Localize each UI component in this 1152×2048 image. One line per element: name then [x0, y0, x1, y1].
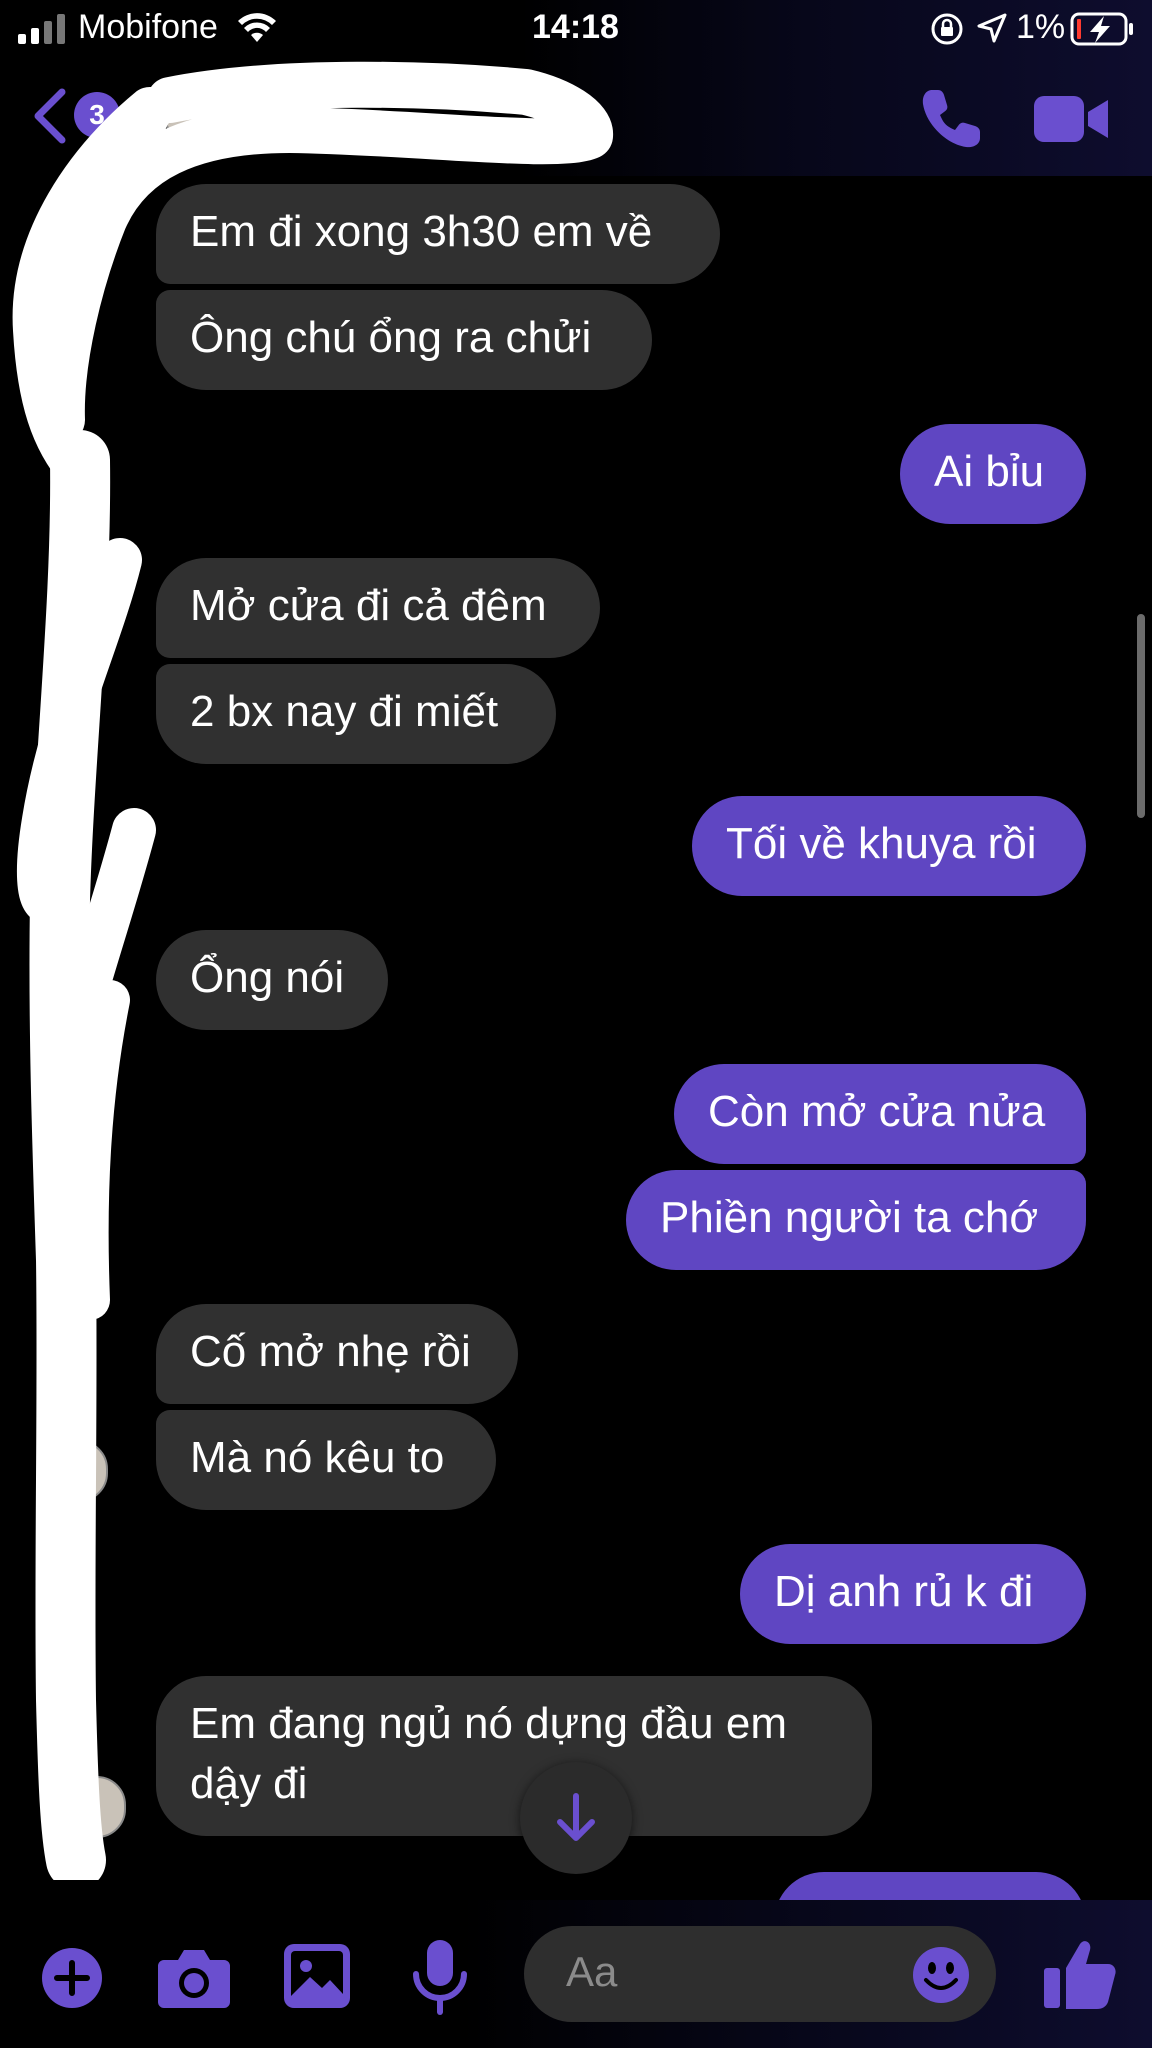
message-received[interactable]: 2 bx nay đi miết — [156, 664, 556, 764]
contact-avatar — [46, 1440, 108, 1502]
message-sent[interactable]: Phiền người ta chớ — [626, 1170, 1086, 1270]
rotation-lock-icon — [931, 13, 963, 45]
message-received[interactable]: Mà nó kêu to — [156, 1410, 496, 1510]
message-sent[interactable]: Dị anh rủ k đi — [740, 1544, 1086, 1644]
message-received[interactable]: Em đang ngủ nó dựng đầu em dậy đi — [156, 1676, 872, 1836]
battery-percentage: 1% — [1016, 8, 1066, 46]
message-text: Dị anh rủ k đi — [774, 1567, 1034, 1616]
scroll-to-bottom-button[interactable] — [520, 1762, 632, 1874]
message-text: Em đang ngủ nó dựng đầu em — [190, 1699, 787, 1748]
phone-icon[interactable] — [918, 86, 984, 152]
message-text: Ai bỉu — [934, 447, 1045, 496]
location-arrow-icon — [977, 13, 1007, 43]
cell-signal-icon — [18, 14, 65, 44]
arrow-down-icon — [557, 1793, 595, 1841]
message-input[interactable]: Aa — [524, 1926, 996, 2022]
message-text: Tối về khuya rồi — [726, 819, 1037, 868]
clock: 14:18 — [532, 8, 619, 46]
message-received[interactable]: Em đi xong 3h30 em về — [156, 184, 720, 284]
message-text: Em đi xong 3h30 em về — [190, 207, 653, 256]
message-text: Phiền người ta chớ — [660, 1193, 1039, 1242]
message-sent[interactable]: Tối về khuya rồi — [692, 796, 1086, 896]
contact-avatar — [64, 1776, 126, 1838]
message-text: Cố mở nhẹ rồi — [190, 1327, 471, 1376]
microphone-icon[interactable] — [410, 1940, 470, 2016]
message-text: Mở cửa đi cả đêm — [190, 581, 547, 630]
video-camera-icon[interactable] — [1034, 94, 1110, 144]
image-icon[interactable] — [284, 1944, 350, 2008]
message-text: Còn mở cửa nửa — [708, 1087, 1046, 1136]
camera-icon[interactable] — [158, 1946, 230, 2008]
wifi-icon — [238, 13, 276, 42]
message-sent[interactable]: Ai bỉu — [900, 424, 1086, 524]
contact-avatar — [160, 76, 222, 138]
battery-charging-icon — [1070, 12, 1133, 46]
composer-bar: Aa — [0, 1900, 1152, 2048]
plus-icon[interactable] — [40, 1946, 104, 2010]
message-received[interactable]: Ông chú ổng ra chửi — [156, 290, 652, 390]
carrier-name: Mobifone — [78, 8, 218, 46]
message-thread[interactable]: Em đi xong 3h30 em về Ông chú ổng ra chử… — [0, 0, 1152, 1972]
message-sent[interactable]: Còn mở cửa nửa — [674, 1064, 1086, 1164]
message-received[interactable]: Mở cửa đi cả đêm — [156, 558, 600, 658]
message-received[interactable]: Ổng nói — [156, 930, 388, 1030]
emoji-icon[interactable] — [912, 1946, 970, 2004]
unread-count-badge[interactable]: 3 — [74, 92, 120, 138]
message-input-placeholder: Aa — [566, 1948, 618, 1995]
message-text: Mà nó kêu to — [190, 1433, 445, 1482]
back-chevron-icon[interactable] — [30, 86, 70, 146]
scroll-indicator[interactable] — [1137, 614, 1145, 818]
message-received[interactable]: Cố mở nhẹ rồi — [156, 1304, 518, 1404]
status-bar: Mobifone 14:18 1% — [0, 0, 1152, 58]
message-text: Ông chú ổng ra chửi — [190, 313, 592, 362]
thumbs-up-icon[interactable] — [1044, 1938, 1116, 2010]
message-text: 2 bx nay đi miết — [190, 687, 499, 736]
message-text: dậy đi — [190, 1759, 308, 1808]
contact-avatar — [46, 958, 108, 1020]
message-text: Ổng nói — [190, 953, 345, 1002]
